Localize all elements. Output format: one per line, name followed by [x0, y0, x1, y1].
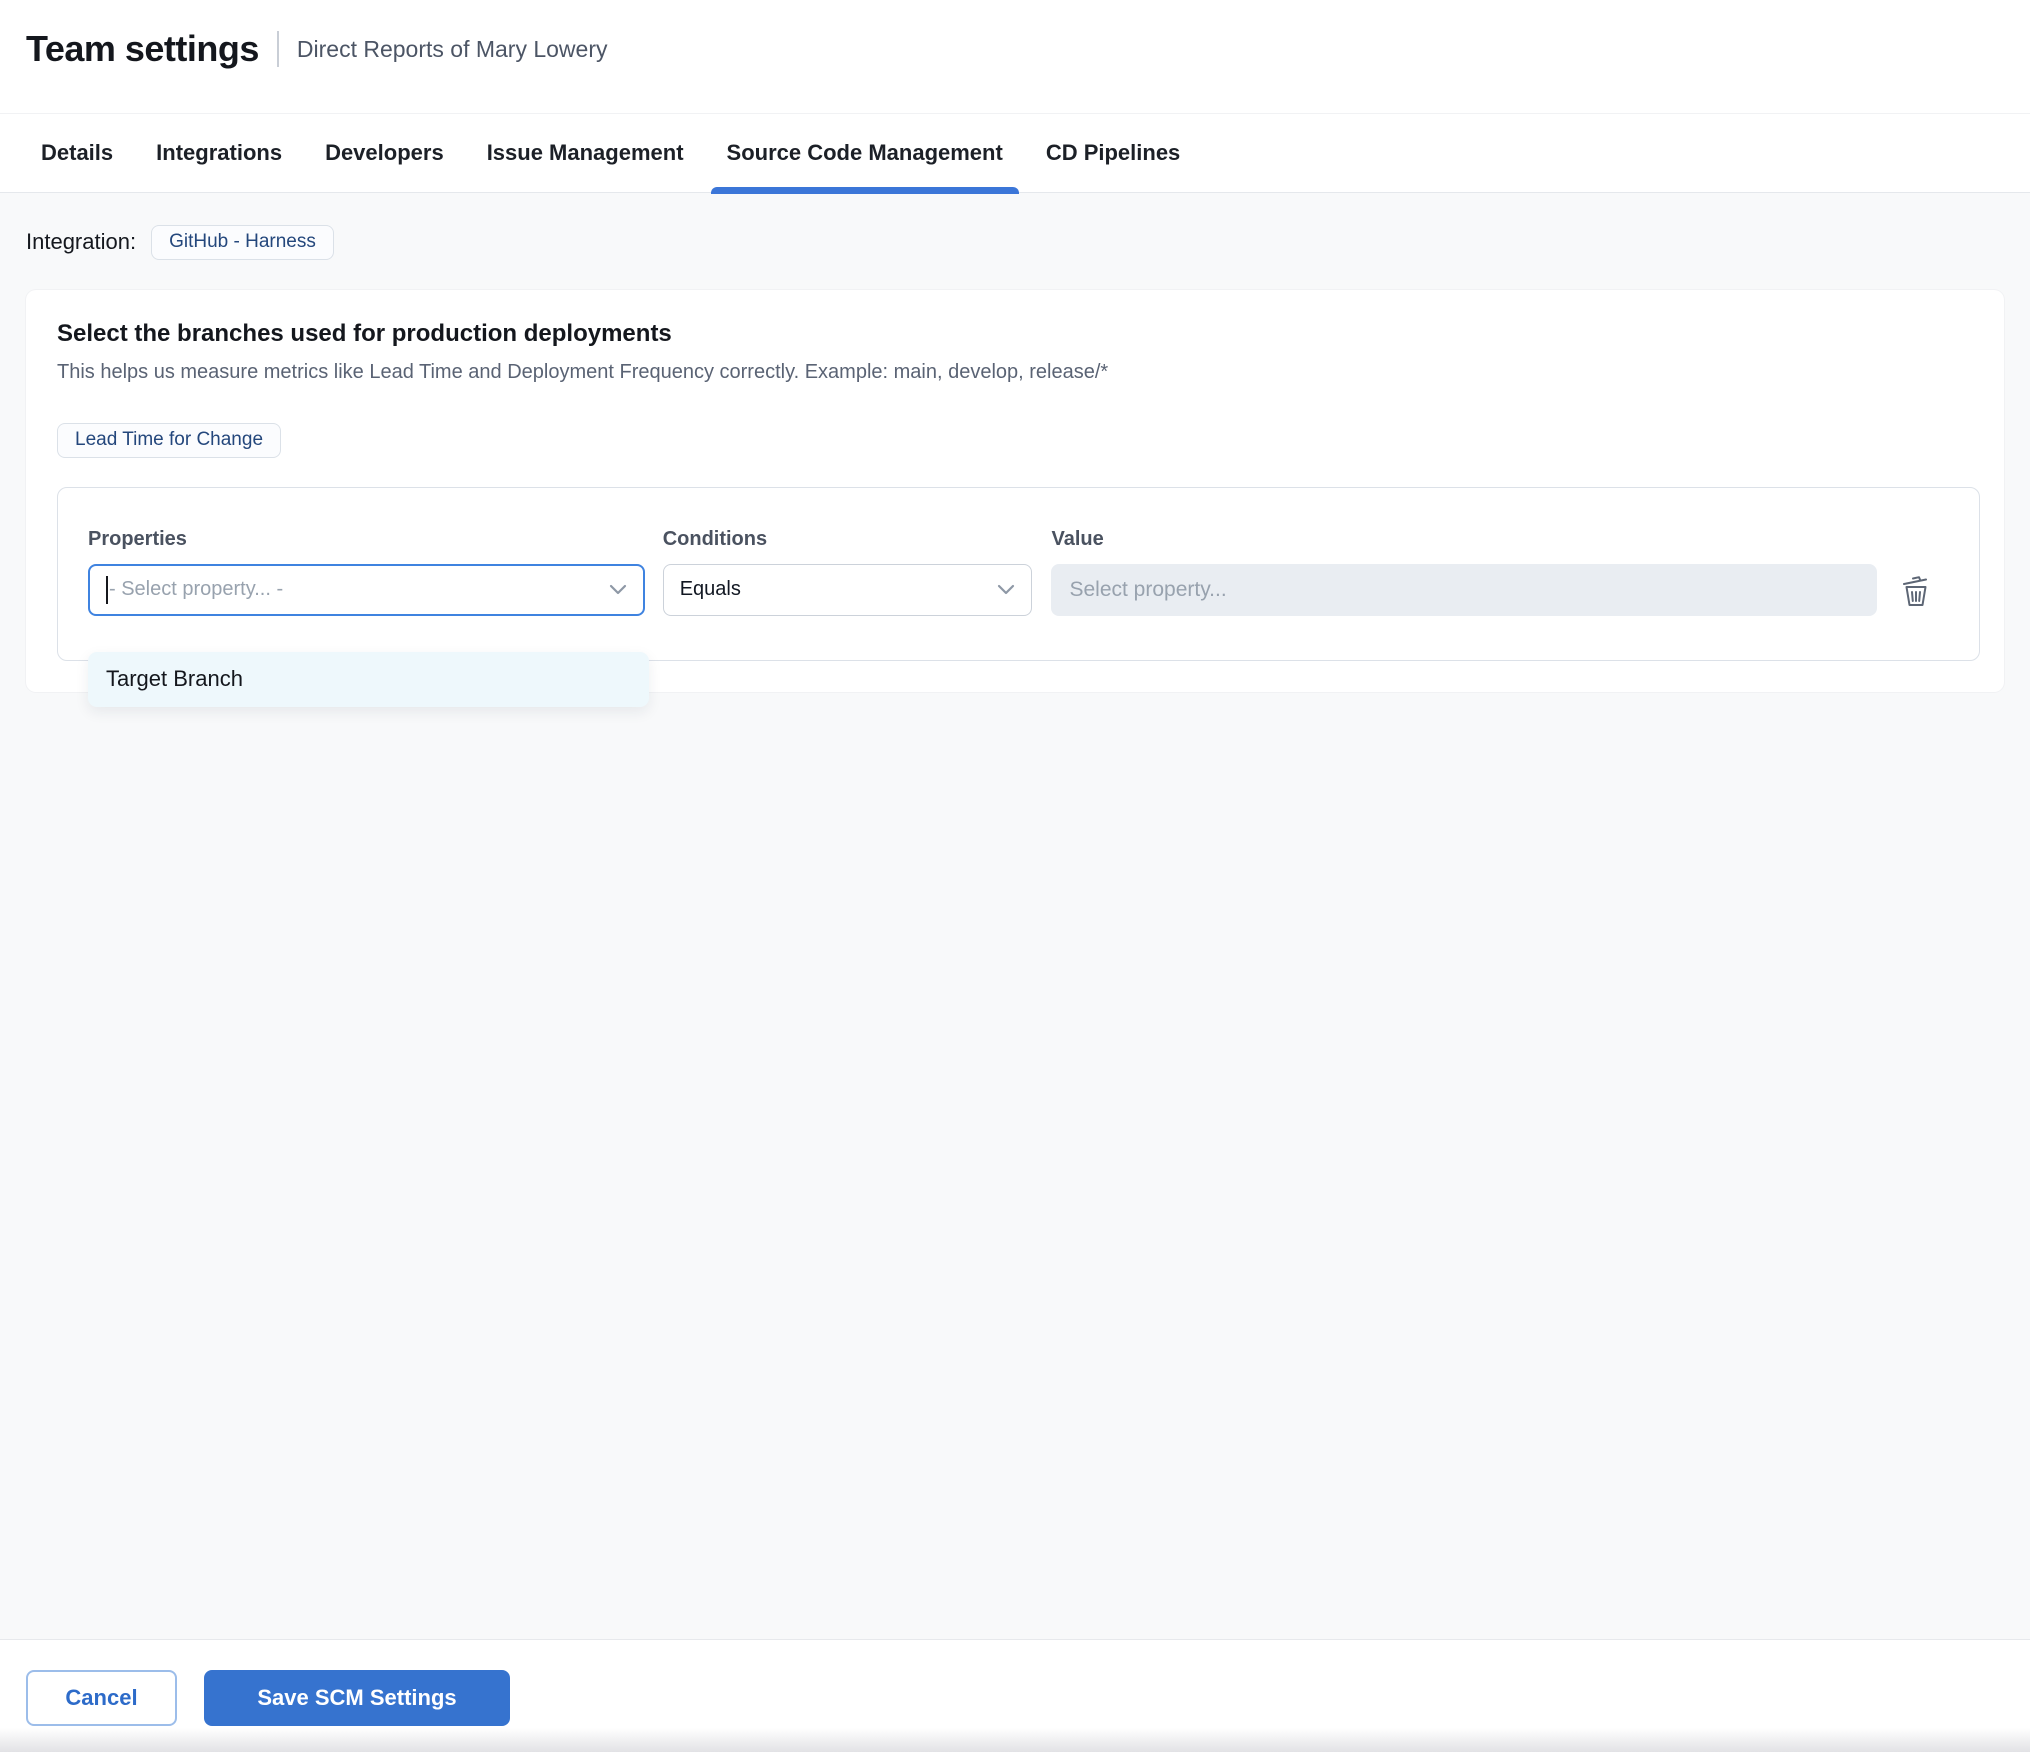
scm-settings-card: Select the branches used for production … — [26, 289, 2004, 707]
value-input-placeholder: Select property... — [1069, 577, 1227, 601]
lead-time-chip[interactable]: Lead Time for Change — [57, 422, 282, 458]
dropdown-option-target-branch[interactable]: Target Branch — [88, 652, 649, 707]
trash-icon — [1903, 575, 1927, 606]
page-header: Team settings Direct Reports of Mary Low… — [0, 0, 2030, 113]
tab-cd-pipelines[interactable]: CD Pipelines — [1046, 113, 1180, 193]
integration-chip[interactable]: GitHub - Harness — [151, 225, 334, 260]
property-select[interactable]: - Select property... - — [88, 563, 645, 616]
tab-developers[interactable]: Developers — [325, 113, 444, 193]
footer-bar: Cancel Save SCM Settings — [0, 1640, 2030, 1752]
tab-issue-management[interactable]: Issue Management — [487, 113, 684, 193]
tab-source-code-management[interactable]: Source Code Management — [710, 113, 1020, 194]
property-select-placeholder: - Select property... - — [109, 578, 284, 601]
value-input: Select property... — [1051, 563, 1877, 616]
delete-rule-button[interactable] — [1901, 574, 1931, 608]
card-heading: Select the branches used for production … — [57, 319, 672, 347]
condition-select-value: Equals — [679, 578, 741, 601]
chevron-down-icon — [609, 578, 627, 601]
bottom-edge-fade — [0, 1728, 2030, 1752]
conditions-label: Conditions — [662, 527, 768, 550]
filter-box: Properties - Select property... - Target… — [57, 486, 1980, 707]
title-divider — [276, 31, 279, 67]
properties-label: Properties — [88, 527, 187, 550]
properties-column: Properties - Select property... - Target… — [88, 527, 649, 707]
page-title: Team settings — [26, 28, 259, 69]
card-description: This helps us measure metrics like Lead … — [57, 360, 1109, 383]
tab-integrations[interactable]: Integrations — [156, 113, 282, 193]
save-scm-settings-button[interactable]: Save SCM Settings — [204, 1670, 510, 1726]
content-area: Integration: GitHub - Harness Select the… — [0, 193, 2030, 1640]
title-row: Team settings Direct Reports of Mary Low… — [26, 28, 2004, 70]
value-label: Value — [1051, 527, 1104, 550]
conditions-column: Conditions Equals — [662, 527, 1033, 616]
tab-details[interactable]: Details — [41, 113, 113, 193]
page-subtitle: Direct Reports of Mary Lowery — [296, 35, 608, 62]
integration-row: Integration: GitHub - Harness — [26, 193, 2004, 260]
tab-bar: Details Integrations Developers Issue Ma… — [0, 113, 2030, 194]
trash-column — [1901, 528, 1931, 608]
chevron-down-icon — [997, 578, 1015, 601]
property-dropdown: Target Branch — [88, 651, 649, 707]
value-column: Value Select property... — [1051, 528, 1877, 616]
text-caret — [106, 575, 108, 604]
cancel-button[interactable]: Cancel — [26, 1670, 177, 1726]
integration-label: Integration: — [26, 229, 137, 255]
metric-chip-row: Lead Time for Change — [57, 422, 1980, 458]
condition-select[interactable]: Equals — [662, 563, 1033, 616]
